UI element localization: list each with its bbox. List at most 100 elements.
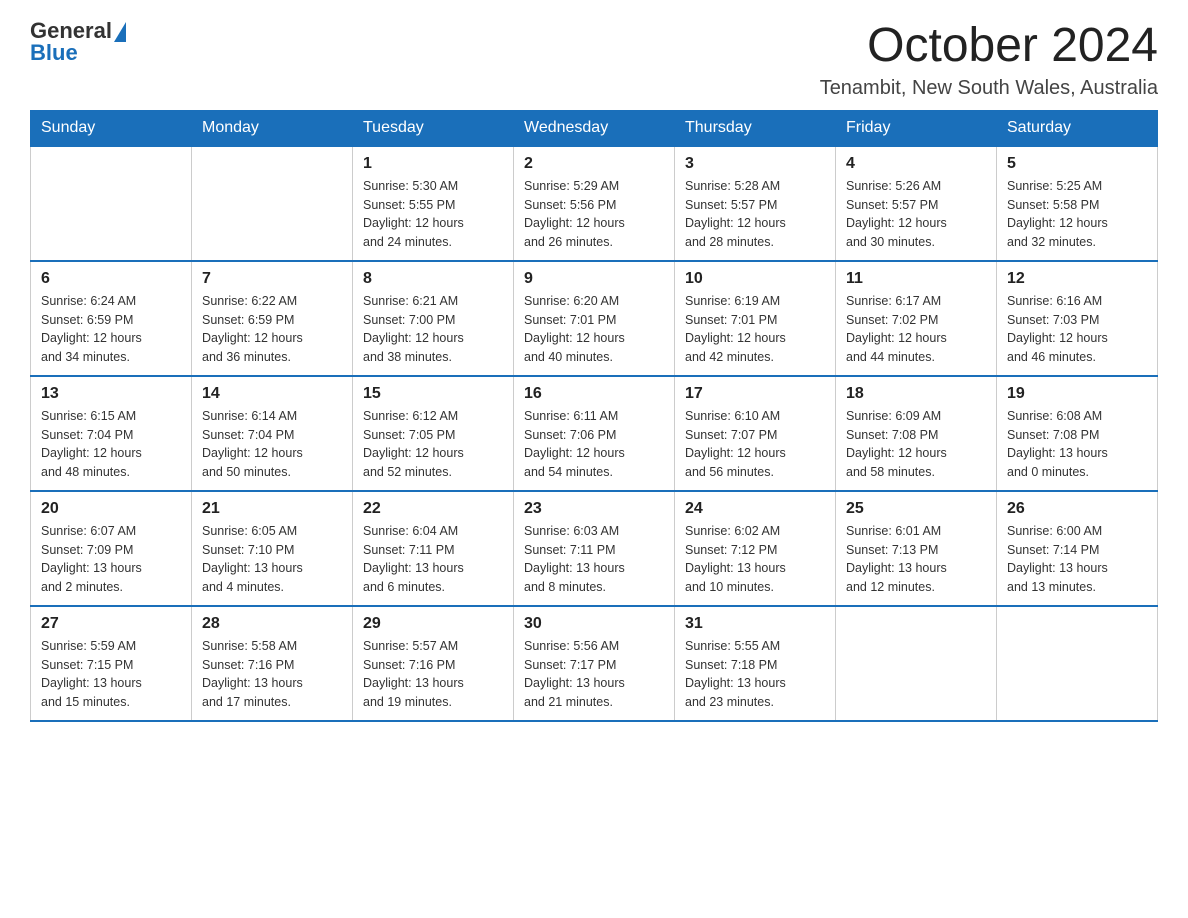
weekday-header-thursday: Thursday xyxy=(675,110,836,146)
calendar-day-cell: 7 Sunrise: 6:22 AM Sunset: 6:59 PM Daylig… xyxy=(192,261,353,376)
day-info: Sunrise: 5:26 AM Sunset: 5:57 PM Dayligh… xyxy=(846,177,986,252)
calendar-day-cell: 18 Sunrise: 6:09 AM Sunset: 7:08 PM Dayli… xyxy=(836,376,997,491)
day-info: Sunrise: 5:28 AM Sunset: 5:57 PM Dayligh… xyxy=(685,177,825,252)
day-info: Sunrise: 6:01 AM Sunset: 7:13 PM Dayligh… xyxy=(846,522,986,597)
day-number: 23 xyxy=(524,500,664,518)
calendar-day-cell xyxy=(997,606,1158,721)
calendar-day-cell: 1 Sunrise: 5:30 AM Sunset: 5:55 PM Daylig… xyxy=(353,146,514,261)
day-info: Sunrise: 5:59 AM Sunset: 7:15 PM Dayligh… xyxy=(41,637,181,712)
calendar-day-cell: 13Sunrise: 6:15 AM Sunset: 7:04 PM Dayli… xyxy=(31,376,192,491)
day-number: 18 xyxy=(846,385,986,403)
calendar-day-cell: 5Sunrise: 5:25 AM Sunset: 5:58 PM Daylig… xyxy=(997,146,1158,261)
day-number: 13 xyxy=(41,385,181,403)
title-block: October 2024 Tenambit, New South Wales, … xyxy=(820,20,1158,100)
day-info: Sunrise: 6:03 AM Sunset: 7:11 PM Dayligh… xyxy=(524,522,664,597)
calendar-day-cell: 20 Sunrise: 6:07 AM Sunset: 7:09 PM Dayli… xyxy=(31,491,192,606)
weekday-header-tuesday: Tuesday xyxy=(353,110,514,146)
location-subtitle: Tenambit, New South Wales, Australia xyxy=(820,77,1158,100)
day-number: 7 xyxy=(202,270,342,288)
calendar-header-row: SundayMondayTuesdayWednesdayThursdayFrid… xyxy=(31,110,1158,146)
day-number: 24 xyxy=(685,500,825,518)
weekday-header-saturday: Saturday xyxy=(997,110,1158,146)
calendar-day-cell: 24 Sunrise: 6:02 AM Sunset: 7:12 PM Dayli… xyxy=(675,491,836,606)
day-number: 17 xyxy=(685,385,825,403)
day-info: Sunrise: 6:11 AM Sunset: 7:06 PM Dayligh… xyxy=(524,407,664,482)
day-info: Sunrise: 5:29 AM Sunset: 5:56 PM Dayligh… xyxy=(524,177,664,252)
calendar-week-row: 13Sunrise: 6:15 AM Sunset: 7:04 PM Dayli… xyxy=(31,376,1158,491)
calendar-day-cell xyxy=(836,606,997,721)
weekday-header-monday: Monday xyxy=(192,110,353,146)
calendar-day-cell: 14Sunrise: 6:14 AM Sunset: 7:04 PM Dayli… xyxy=(192,376,353,491)
day-number: 29 xyxy=(363,615,503,633)
calendar-day-cell: 26 Sunrise: 6:00 AM Sunset: 7:14 PM Dayli… xyxy=(997,491,1158,606)
calendar-day-cell xyxy=(192,146,353,261)
calendar-day-cell: 8 Sunrise: 6:21 AM Sunset: 7:00 PM Daylig… xyxy=(353,261,514,376)
logo-blue-text: Blue xyxy=(30,40,78,65)
day-number: 25 xyxy=(846,500,986,518)
calendar-table: SundayMondayTuesdayWednesdayThursdayFrid… xyxy=(30,110,1158,722)
calendar-day-cell: 11Sunrise: 6:17 AM Sunset: 7:02 PM Dayli… xyxy=(836,261,997,376)
day-number: 16 xyxy=(524,385,664,403)
day-info: Sunrise: 6:07 AM Sunset: 7:09 PM Dayligh… xyxy=(41,522,181,597)
day-info: Sunrise: 5:30 AM Sunset: 5:55 PM Dayligh… xyxy=(363,177,503,252)
day-number: 30 xyxy=(524,615,664,633)
day-info: Sunrise: 6:09 AM Sunset: 7:08 PM Dayligh… xyxy=(846,407,986,482)
day-info: Sunrise: 5:57 AM Sunset: 7:16 PM Dayligh… xyxy=(363,637,503,712)
day-info: Sunrise: 6:12 AM Sunset: 7:05 PM Dayligh… xyxy=(363,407,503,482)
day-number: 2 xyxy=(524,155,664,173)
calendar-day-cell: 30 Sunrise: 5:56 AM Sunset: 7:17 PM Dayli… xyxy=(514,606,675,721)
day-number: 26 xyxy=(1007,500,1147,518)
day-info: Sunrise: 6:21 AM Sunset: 7:00 PM Dayligh… xyxy=(363,292,503,367)
day-number: 19 xyxy=(1007,385,1147,403)
calendar-day-cell: 22 Sunrise: 6:04 AM Sunset: 7:11 PM Dayli… xyxy=(353,491,514,606)
day-info: Sunrise: 6:24 AM Sunset: 6:59 PM Dayligh… xyxy=(41,292,181,367)
day-info: Sunrise: 6:20 AM Sunset: 7:01 PM Dayligh… xyxy=(524,292,664,367)
weekday-header-wednesday: Wednesday xyxy=(514,110,675,146)
day-info: Sunrise: 6:08 AM Sunset: 7:08 PM Dayligh… xyxy=(1007,407,1147,482)
calendar-day-cell: 19 Sunrise: 6:08 AM Sunset: 7:08 PM Dayli… xyxy=(997,376,1158,491)
calendar-week-row: 1 Sunrise: 5:30 AM Sunset: 5:55 PM Daylig… xyxy=(31,146,1158,261)
calendar-day-cell: 23 Sunrise: 6:03 AM Sunset: 7:11 PM Dayli… xyxy=(514,491,675,606)
day-number: 31 xyxy=(685,615,825,633)
day-info: Sunrise: 5:56 AM Sunset: 7:17 PM Dayligh… xyxy=(524,637,664,712)
day-info: Sunrise: 6:02 AM Sunset: 7:12 PM Dayligh… xyxy=(685,522,825,597)
day-number: 27 xyxy=(41,615,181,633)
day-info: Sunrise: 6:00 AM Sunset: 7:14 PM Dayligh… xyxy=(1007,522,1147,597)
day-number: 4 xyxy=(846,155,986,173)
day-number: 20 xyxy=(41,500,181,518)
logo-general-text: General xyxy=(30,20,112,42)
calendar-day-cell: 29 Sunrise: 5:57 AM Sunset: 7:16 PM Dayli… xyxy=(353,606,514,721)
day-info: Sunrise: 5:58 AM Sunset: 7:16 PM Dayligh… xyxy=(202,637,342,712)
day-number: 21 xyxy=(202,500,342,518)
calendar-day-cell: 3Sunrise: 5:28 AM Sunset: 5:57 PM Daylig… xyxy=(675,146,836,261)
day-number: 1 xyxy=(363,155,503,173)
calendar-day-cell: 25 Sunrise: 6:01 AM Sunset: 7:13 PM Dayli… xyxy=(836,491,997,606)
day-number: 28 xyxy=(202,615,342,633)
day-info: Sunrise: 6:16 AM Sunset: 7:03 PM Dayligh… xyxy=(1007,292,1147,367)
day-number: 15 xyxy=(363,385,503,403)
calendar-day-cell: 17 Sunrise: 6:10 AM Sunset: 7:07 PM Dayli… xyxy=(675,376,836,491)
calendar-day-cell: 6 Sunrise: 6:24 AM Sunset: 6:59 PM Daylig… xyxy=(31,261,192,376)
day-info: Sunrise: 5:55 AM Sunset: 7:18 PM Dayligh… xyxy=(685,637,825,712)
day-info: Sunrise: 6:10 AM Sunset: 7:07 PM Dayligh… xyxy=(685,407,825,482)
day-info: Sunrise: 6:19 AM Sunset: 7:01 PM Dayligh… xyxy=(685,292,825,367)
calendar-day-cell: 27 Sunrise: 5:59 AM Sunset: 7:15 PM Dayli… xyxy=(31,606,192,721)
calendar-day-cell: 10Sunrise: 6:19 AM Sunset: 7:01 PM Dayli… xyxy=(675,261,836,376)
calendar-day-cell: 2 Sunrise: 5:29 AM Sunset: 5:56 PM Daylig… xyxy=(514,146,675,261)
day-info: Sunrise: 5:25 AM Sunset: 5:58 PM Dayligh… xyxy=(1007,177,1147,252)
day-info: Sunrise: 6:22 AM Sunset: 6:59 PM Dayligh… xyxy=(202,292,342,367)
day-info: Sunrise: 6:04 AM Sunset: 7:11 PM Dayligh… xyxy=(363,522,503,597)
month-year-title: October 2024 xyxy=(820,20,1158,73)
day-number: 6 xyxy=(41,270,181,288)
calendar-week-row: 20 Sunrise: 6:07 AM Sunset: 7:09 PM Dayli… xyxy=(31,491,1158,606)
logo-triangle-icon xyxy=(114,22,126,42)
day-number: 11 xyxy=(846,270,986,288)
calendar-day-cell: 21Sunrise: 6:05 AM Sunset: 7:10 PM Dayli… xyxy=(192,491,353,606)
day-info: Sunrise: 6:14 AM Sunset: 7:04 PM Dayligh… xyxy=(202,407,342,482)
day-number: 22 xyxy=(363,500,503,518)
calendar-day-cell: 12Sunrise: 6:16 AM Sunset: 7:03 PM Dayli… xyxy=(997,261,1158,376)
calendar-week-row: 6 Sunrise: 6:24 AM Sunset: 6:59 PM Daylig… xyxy=(31,261,1158,376)
calendar-day-cell: 15 Sunrise: 6:12 AM Sunset: 7:05 PM Dayli… xyxy=(353,376,514,491)
day-number: 8 xyxy=(363,270,503,288)
calendar-day-cell: 16 Sunrise: 6:11 AM Sunset: 7:06 PM Dayli… xyxy=(514,376,675,491)
